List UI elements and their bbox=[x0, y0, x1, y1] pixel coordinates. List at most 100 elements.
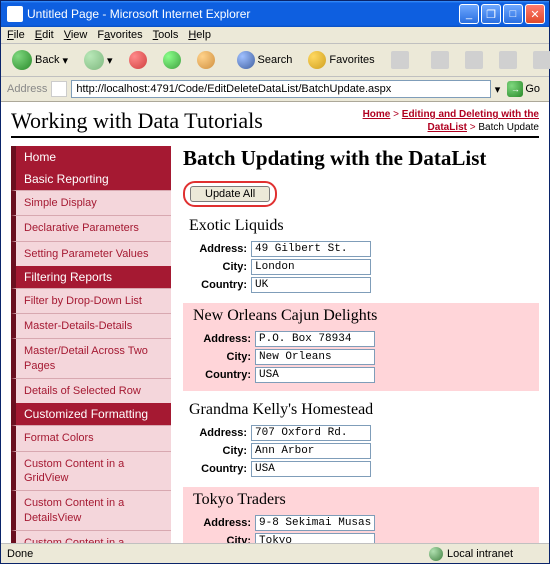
mail-button[interactable] bbox=[426, 48, 454, 72]
supplier-name: New Orleans Cajun Delights bbox=[193, 307, 535, 325]
supplier-row-address: Address: bbox=[189, 425, 539, 441]
address-input[interactable] bbox=[255, 515, 375, 531]
breadcrumb-current: Batch Update bbox=[478, 122, 539, 133]
history-icon bbox=[391, 51, 409, 69]
back-icon bbox=[12, 50, 32, 70]
menu-tools[interactable]: Tools bbox=[153, 29, 179, 41]
nav-item[interactable]: Setting Parameter Values bbox=[11, 241, 171, 266]
address-label: Address bbox=[7, 83, 47, 95]
country-label: Country: bbox=[189, 279, 247, 291]
content-area[interactable]: Working with Data Tutorials Home > Editi… bbox=[1, 102, 549, 543]
address-label: Address: bbox=[193, 333, 251, 345]
window-title: Untitled Page - Microsoft Internet Explo… bbox=[27, 7, 459, 21]
nav-item[interactable]: Custom Content in a bbox=[11, 530, 171, 543]
stop-button[interactable] bbox=[124, 48, 152, 72]
home-button[interactable] bbox=[192, 48, 220, 72]
page-icon bbox=[51, 81, 67, 97]
status-text: Done bbox=[7, 548, 33, 560]
nav-item[interactable]: Format Colors bbox=[11, 425, 171, 450]
supplier-name: Tokyo Traders bbox=[193, 491, 535, 509]
nav-section-header[interactable]: Customized Formatting bbox=[11, 403, 171, 425]
menu-file[interactable]: File bbox=[7, 29, 25, 41]
menu-favorites[interactable]: Favorites bbox=[97, 29, 142, 41]
misc-button[interactable] bbox=[528, 48, 550, 72]
nav-item[interactable]: Custom Content in a DetailsView bbox=[11, 490, 171, 530]
nav-item[interactable]: Simple Display bbox=[11, 190, 171, 215]
toolbar: Back ▾ ▾ Search Favorites bbox=[1, 44, 549, 77]
country-input[interactable] bbox=[255, 367, 375, 383]
city-label: City: bbox=[193, 535, 251, 543]
favorites-label: Favorites bbox=[329, 54, 374, 66]
breadcrumb-home[interactable]: Home bbox=[363, 109, 391, 120]
favorites-button[interactable]: Favorites bbox=[303, 48, 379, 72]
maximize-button[interactable]: □ bbox=[503, 4, 523, 24]
address-input[interactable] bbox=[251, 425, 371, 441]
statusbar: Done Local intranet bbox=[1, 543, 549, 563]
sidebar: Home Basic ReportingSimple DisplayDeclar… bbox=[11, 146, 171, 543]
close-button[interactable]: ✕ bbox=[525, 4, 545, 24]
nav-item[interactable]: Custom Content in a GridView bbox=[11, 451, 171, 491]
page: Working with Data Tutorials Home > Editi… bbox=[1, 102, 549, 543]
nav-home[interactable]: Home bbox=[11, 146, 171, 168]
supplier-row-country: Country: bbox=[193, 367, 535, 383]
city-input[interactable] bbox=[251, 259, 371, 275]
address-dropdown-icon[interactable]: ▾ bbox=[495, 83, 501, 96]
refresh-button[interactable] bbox=[158, 48, 186, 72]
city-input[interactable] bbox=[255, 349, 375, 365]
supplier-row-country: Country: bbox=[189, 277, 539, 293]
menu-view[interactable]: View bbox=[64, 29, 88, 41]
page-header: Working with Data Tutorials Home > Editi… bbox=[11, 108, 539, 138]
address-label: Address: bbox=[189, 427, 247, 439]
security-zone: Local intranet bbox=[429, 547, 513, 561]
go-label: Go bbox=[525, 83, 540, 95]
menu-edit[interactable]: Edit bbox=[35, 29, 54, 41]
supplier-row-address: Address: bbox=[193, 331, 535, 347]
menu-help[interactable]: Help bbox=[188, 29, 211, 41]
nav-section-header[interactable]: Filtering Reports bbox=[11, 266, 171, 288]
address-input[interactable] bbox=[71, 80, 490, 98]
go-icon: → bbox=[507, 81, 523, 97]
nav-item[interactable]: Filter by Drop-Down List bbox=[11, 288, 171, 313]
main: Batch Updating with the DataList Update … bbox=[171, 146, 539, 543]
body-grid: Home Basic ReportingSimple DisplayDeclar… bbox=[11, 146, 539, 543]
city-label: City: bbox=[189, 445, 247, 457]
edit-icon bbox=[499, 51, 517, 69]
country-input[interactable] bbox=[251, 277, 371, 293]
back-button[interactable]: Back ▾ bbox=[7, 47, 73, 73]
supplier-row-city: City: bbox=[189, 259, 539, 275]
nav-item[interactable]: Declarative Parameters bbox=[11, 215, 171, 240]
search-button[interactable]: Search bbox=[232, 48, 298, 72]
restore-button[interactable]: ❐ bbox=[481, 4, 501, 24]
back-label: Back bbox=[35, 54, 59, 66]
forward-button[interactable]: ▾ bbox=[79, 47, 118, 73]
city-input[interactable] bbox=[255, 533, 375, 543]
zone-icon bbox=[429, 547, 443, 561]
supplier-name: Exotic Liquids bbox=[189, 217, 539, 235]
window-buttons: _ ❐ □ ✕ bbox=[459, 4, 545, 24]
nav-item[interactable]: Details of Selected Row bbox=[11, 378, 171, 403]
history-button[interactable] bbox=[386, 48, 414, 72]
country-input[interactable] bbox=[251, 461, 371, 477]
city-input[interactable] bbox=[251, 443, 371, 459]
nav-section-header[interactable]: Basic Reporting bbox=[11, 168, 171, 190]
print-button[interactable] bbox=[460, 48, 488, 72]
nav-item[interactable]: Master/Detail Across Two Pages bbox=[11, 338, 171, 378]
go-button[interactable]: → Go bbox=[504, 80, 543, 98]
update-all-button[interactable]: Update All bbox=[190, 186, 270, 202]
menubar: File Edit View Favorites Tools Help bbox=[1, 27, 549, 44]
supplier-row-city: City: bbox=[189, 443, 539, 459]
star-icon bbox=[308, 51, 326, 69]
stop-icon bbox=[129, 51, 147, 69]
breadcrumb-sep: > bbox=[393, 109, 402, 120]
nav-item[interactable]: Master-Details-Details bbox=[11, 313, 171, 338]
supplier-row-city: City: bbox=[193, 533, 535, 543]
edit-button[interactable] bbox=[494, 48, 522, 72]
supplier-row-country: Country: bbox=[189, 461, 539, 477]
address-input[interactable] bbox=[251, 241, 371, 257]
address-input[interactable] bbox=[255, 331, 375, 347]
minimize-button[interactable]: _ bbox=[459, 4, 479, 24]
search-icon bbox=[237, 51, 255, 69]
ie-icon bbox=[7, 6, 23, 22]
country-label: Country: bbox=[189, 463, 247, 475]
page-heading: Batch Updating with the DataList bbox=[183, 146, 539, 171]
